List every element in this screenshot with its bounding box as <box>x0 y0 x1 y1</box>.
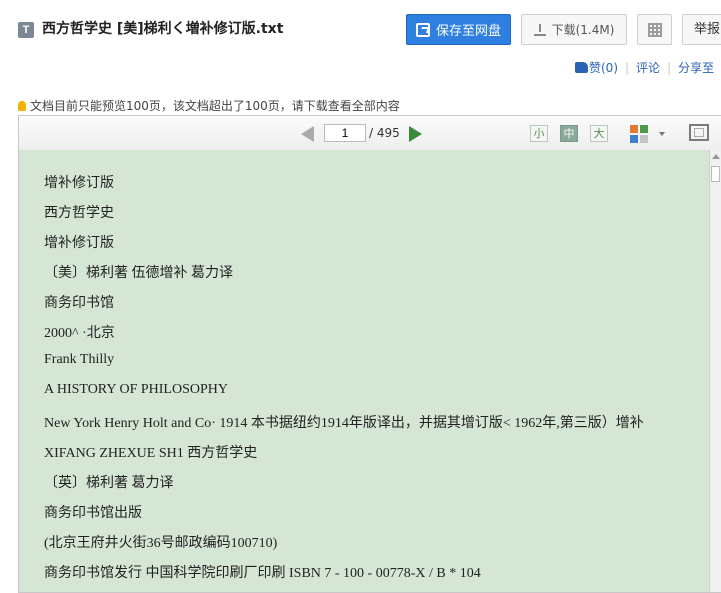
preview-notice: 文档目前只能预览100页，该文档超出了100页，请下载查看全部内容 <box>18 97 400 114</box>
text-line: A HISTORY OF PHILOSOPHY <box>44 382 228 397</box>
divider: | <box>667 61 672 75</box>
save-to-netdisk-button[interactable]: 保存至网盘 <box>406 14 511 45</box>
font-size-large-button[interactable]: 大 <box>590 125 608 142</box>
text-line: 增补修订版 <box>44 176 114 191</box>
text-line: XIFANG ZHEXUE SH1 西方哲学史 <box>44 446 258 461</box>
page-total: / 495 <box>369 126 400 140</box>
document-title: 西方哲学史 [美]梯利く増补修订版.txt <box>42 21 284 37</box>
divider: | <box>625 61 630 75</box>
document-content: 增补修订版 西方哲学史 增补修订版 〔美〕梯利著 伍德增补 葛力译 商务印书馆 … <box>19 150 709 592</box>
action-links: 赞(0) | 评论 | 分享至 <box>575 59 714 76</box>
text-line: New York Henry Holt and Co· 1914 本书据纽约19… <box>44 416 644 431</box>
text-line: Frank Thilly <box>44 352 115 367</box>
qrcode-icon <box>647 22 662 37</box>
chevron-down-icon[interactable] <box>659 132 665 136</box>
notice-text: 文档目前只能预览100页，该文档超出了100页，请下载查看全部内容 <box>30 99 400 113</box>
scrollbar-thumb[interactable] <box>711 166 720 182</box>
qrcode-button[interactable] <box>637 14 672 45</box>
font-size-medium-button[interactable]: 中 <box>560 125 578 142</box>
lightbulb-icon <box>18 101 26 111</box>
text-line: 增补修订版 <box>44 236 114 251</box>
share-link[interactable]: 分享至 <box>678 61 714 75</box>
report-button[interactable]: 举报 <box>682 14 721 45</box>
text-line: (北京王府井火街36号邮政编码100710) <box>44 536 278 551</box>
download-button-label: 下载(1.4M) <box>551 23 615 37</box>
text-line: 〔英〕梯利著 葛力译 <box>44 476 174 491</box>
text-line: 商务印书馆 <box>44 296 114 311</box>
text-line: 2000^ ·北京 <box>44 326 115 341</box>
save-icon <box>415 22 430 37</box>
font-size-small-button[interactable]: 小 <box>530 125 548 142</box>
text-line: 商务印书馆出版 <box>44 506 142 521</box>
viewer-toolbar: / 495 小 中 大 <box>19 116 721 151</box>
text-line: 西方哲学史 <box>44 206 114 221</box>
page-number-input[interactable] <box>324 124 366 142</box>
like-link[interactable]: 赞(0) <box>575 61 618 75</box>
like-label: 赞(0) <box>589 61 618 75</box>
view-mode-icon[interactable] <box>630 125 648 143</box>
previous-page-icon[interactable] <box>301 126 314 142</box>
fullscreen-icon[interactable] <box>689 124 709 141</box>
document-viewer: / 495 小 中 大 增补修订版 西方哲学史 增补修订版 〔美〕梯利著 伍德增… <box>18 115 721 593</box>
next-page-icon[interactable] <box>409 126 422 142</box>
save-button-label: 保存至网盘 <box>435 24 501 39</box>
download-icon <box>533 23 546 36</box>
scroll-up-icon[interactable] <box>712 154 720 159</box>
txt-file-icon: T <box>18 22 34 38</box>
thumbs-up-icon <box>575 62 588 73</box>
text-line: 商务印书馆发行 中国科学院印刷厂印刷 ISBN 7 - 100 - 00778-… <box>44 566 481 581</box>
vertical-scrollbar[interactable] <box>709 150 721 592</box>
download-button[interactable]: 下载(1.4M) <box>521 14 627 45</box>
comment-link[interactable]: 评论 <box>636 61 660 75</box>
text-line: 〔美〕梯利著 伍德增补 葛力译 <box>44 266 233 281</box>
